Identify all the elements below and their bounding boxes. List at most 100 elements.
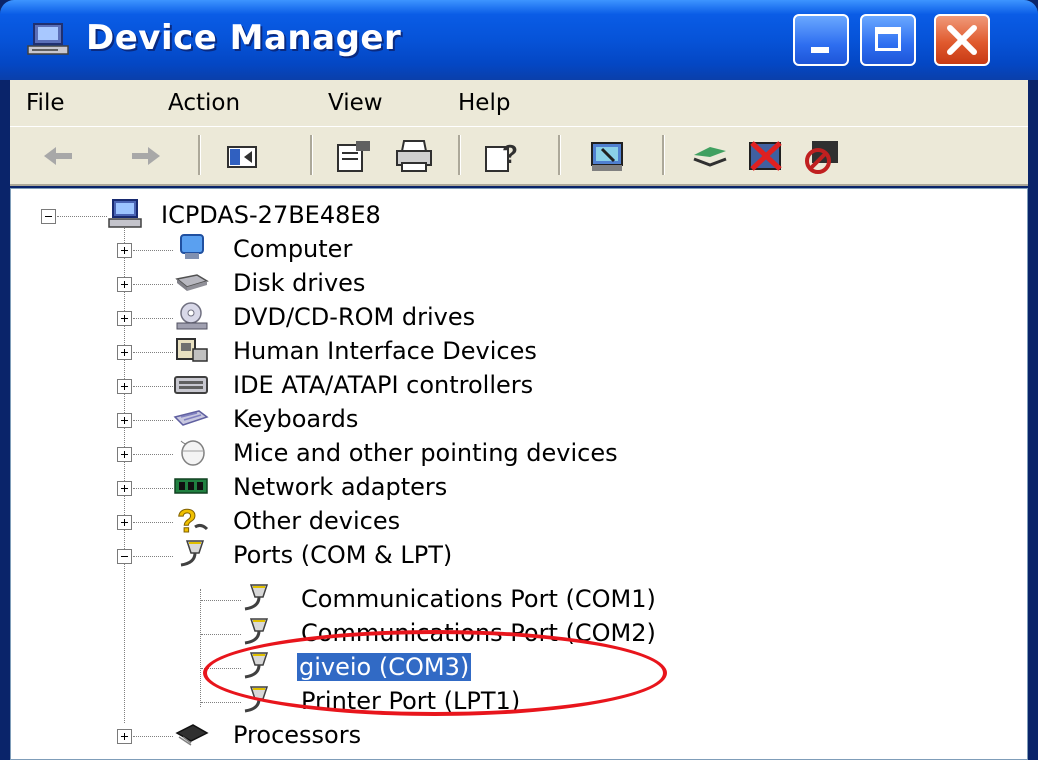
- expand-toggle[interactable]: [117, 277, 132, 292]
- dvd-icon: [176, 302, 208, 330]
- collapse-toggle[interactable]: [41, 209, 56, 224]
- menu-bar: File Action View Help: [10, 80, 1028, 126]
- menu-action[interactable]: Action: [168, 90, 240, 116]
- tree-item-label: IDE ATA/ATAPI controllers: [233, 371, 534, 399]
- unknown-device-icon: ?: [177, 505, 209, 535]
- tree-connector: [133, 420, 173, 422]
- tree-connector: [133, 318, 173, 320]
- uninstall-icon[interactable]: [746, 137, 786, 175]
- tree-item-label: Processors: [233, 721, 362, 749]
- device-manager-icon: [27, 23, 69, 55]
- toolbar-separator: [458, 135, 461, 175]
- tree-item-label: Human Interface Devices: [233, 337, 537, 365]
- keyboard-icon: [173, 410, 209, 426]
- tree-item-label: Keyboards: [233, 405, 359, 433]
- tree-item-label: Disk drives: [233, 269, 366, 297]
- show-hide-tree-icon[interactable]: [222, 137, 262, 175]
- tree-connector: [201, 634, 241, 636]
- scan-hardware-icon[interactable]: [588, 137, 628, 175]
- port-icon: [244, 584, 269, 611]
- tree-item-label: DVD/CD-ROM drives: [233, 303, 476, 331]
- print-icon[interactable]: [394, 137, 434, 175]
- tree-connector: [133, 352, 173, 354]
- tree-connector: [133, 284, 173, 286]
- tree-connector: [201, 600, 241, 602]
- forward-icon[interactable]: [126, 137, 166, 175]
- mouse-icon: [180, 440, 205, 466]
- expand-toggle[interactable]: [117, 515, 132, 530]
- expand-toggle[interactable]: [117, 481, 132, 496]
- toolbar-separator: [198, 135, 201, 175]
- port-icon: [180, 540, 205, 567]
- toolbar: ?: [10, 126, 1028, 186]
- tree-root[interactable]: ICPDAS-27BE48E8: [11, 199, 1011, 233]
- expand-toggle[interactable]: [117, 345, 132, 360]
- tree-connector: [57, 216, 107, 218]
- tree-item[interactable]: Network adapters: [11, 471, 1011, 505]
- tree-root-label: ICPDAS-27BE48E8: [161, 201, 381, 229]
- tree-connector: [133, 386, 173, 388]
- expand-toggle[interactable]: [117, 447, 132, 462]
- menu-file[interactable]: File: [26, 90, 65, 116]
- collapse-toggle[interactable]: [117, 549, 132, 564]
- tree-connector: [133, 488, 173, 490]
- device-manager-window: Device Manager File Action View Help ? I…: [0, 0, 1038, 760]
- menu-help[interactable]: Help: [458, 90, 510, 116]
- disable-icon[interactable]: [802, 137, 842, 175]
- processor-icon: [175, 724, 209, 746]
- tree-connector: [133, 250, 173, 252]
- tree-connector: [133, 556, 173, 558]
- ide-controller-icon: [174, 376, 208, 394]
- tree-item[interactable]: Computer: [11, 233, 1011, 267]
- menu-view[interactable]: View: [328, 90, 383, 116]
- tree-item[interactable]: Human Interface Devices: [11, 335, 1011, 369]
- tree-item[interactable]: Mice and other pointing devices: [11, 437, 1011, 471]
- close-icon: [947, 25, 977, 55]
- network-adapter-icon: [174, 478, 208, 494]
- window-title: Device Manager: [86, 18, 402, 58]
- highlight-annotation: [203, 630, 667, 716]
- tree-item[interactable]: Processors: [11, 719, 1011, 753]
- toolbar-separator: [558, 135, 561, 175]
- tree-connector: [201, 702, 241, 704]
- hid-icon: [176, 338, 208, 362]
- tree-item[interactable]: ? Other devices: [11, 505, 1011, 539]
- tree-child-item[interactable]: Communications Port (COM1): [11, 583, 1011, 617]
- tree-item[interactable]: Ports (COM & LPT): [11, 539, 1011, 573]
- tree-item-label: Computer: [233, 235, 353, 263]
- tree-connector: [133, 736, 173, 738]
- expand-toggle[interactable]: [117, 729, 132, 744]
- tree-connector: [133, 522, 173, 524]
- tree-item[interactable]: Disk drives: [11, 267, 1011, 301]
- tree-item[interactable]: DVD/CD-ROM drives: [11, 301, 1011, 335]
- expand-toggle[interactable]: [117, 379, 132, 394]
- tree-item-label: Mice and other pointing devices: [233, 439, 618, 467]
- close-button[interactable]: [934, 14, 990, 66]
- tree-item[interactable]: IDE ATA/ATAPI controllers: [11, 369, 1011, 403]
- svg-text:?: ?: [502, 139, 518, 169]
- minimize-button[interactable]: [793, 14, 849, 66]
- expand-toggle[interactable]: [117, 243, 132, 258]
- back-icon[interactable]: [38, 137, 78, 175]
- help-icon[interactable]: ?: [482, 137, 522, 175]
- properties-icon[interactable]: [334, 137, 374, 175]
- expand-toggle[interactable]: [117, 311, 132, 326]
- maximize-icon: [875, 27, 901, 51]
- tree-item[interactable]: Keyboards: [11, 403, 1011, 437]
- expand-toggle[interactable]: [117, 413, 132, 428]
- tree-item-label: Network adapters: [233, 473, 448, 501]
- computer-icon: [180, 234, 204, 259]
- toolbar-separator: [662, 135, 665, 175]
- title-bar[interactable]: Device Manager: [0, 0, 1038, 80]
- svg-text:?: ?: [177, 505, 197, 535]
- disk-drive-icon: [175, 274, 209, 291]
- computer-icon: [108, 199, 142, 228]
- tree-child-label: Communications Port (COM1): [301, 585, 656, 613]
- maximize-button[interactable]: [860, 14, 916, 66]
- update-driver-icon[interactable]: [690, 137, 730, 175]
- minimize-icon: [811, 47, 829, 53]
- tree-item-label: Other devices: [233, 507, 401, 535]
- tree-connector: [133, 454, 173, 456]
- toolbar-separator: [310, 135, 313, 175]
- tree-item-label: Ports (COM & LPT): [233, 541, 453, 569]
